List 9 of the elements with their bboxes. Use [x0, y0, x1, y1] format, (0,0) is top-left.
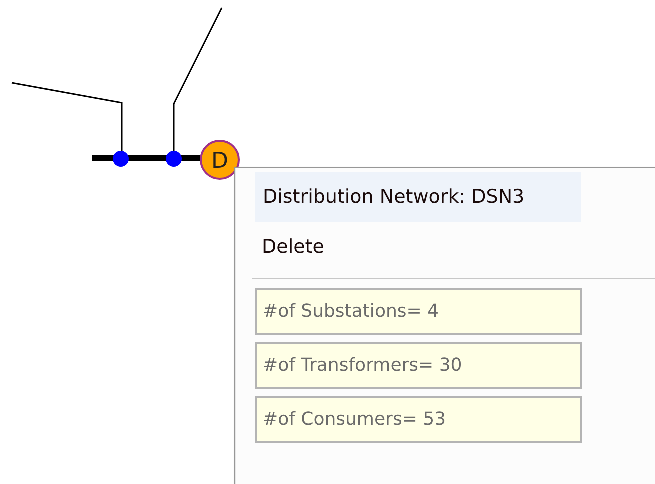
stat-field[interactable]: #of Consumers= 53 [255, 396, 582, 443]
junction-dot [113, 151, 129, 167]
stat-field[interactable]: #of Transformers= 30 [255, 342, 582, 389]
network-node[interactable] [200, 140, 240, 180]
menu-header[interactable]: Distribution Network: DSN3 [255, 172, 581, 222]
stat-field[interactable]: #of Substations= 4 [255, 288, 582, 335]
junction-dot [166, 151, 182, 167]
node-label: D [212, 149, 228, 174]
menu-item[interactable]: Delete [255, 222, 581, 272]
